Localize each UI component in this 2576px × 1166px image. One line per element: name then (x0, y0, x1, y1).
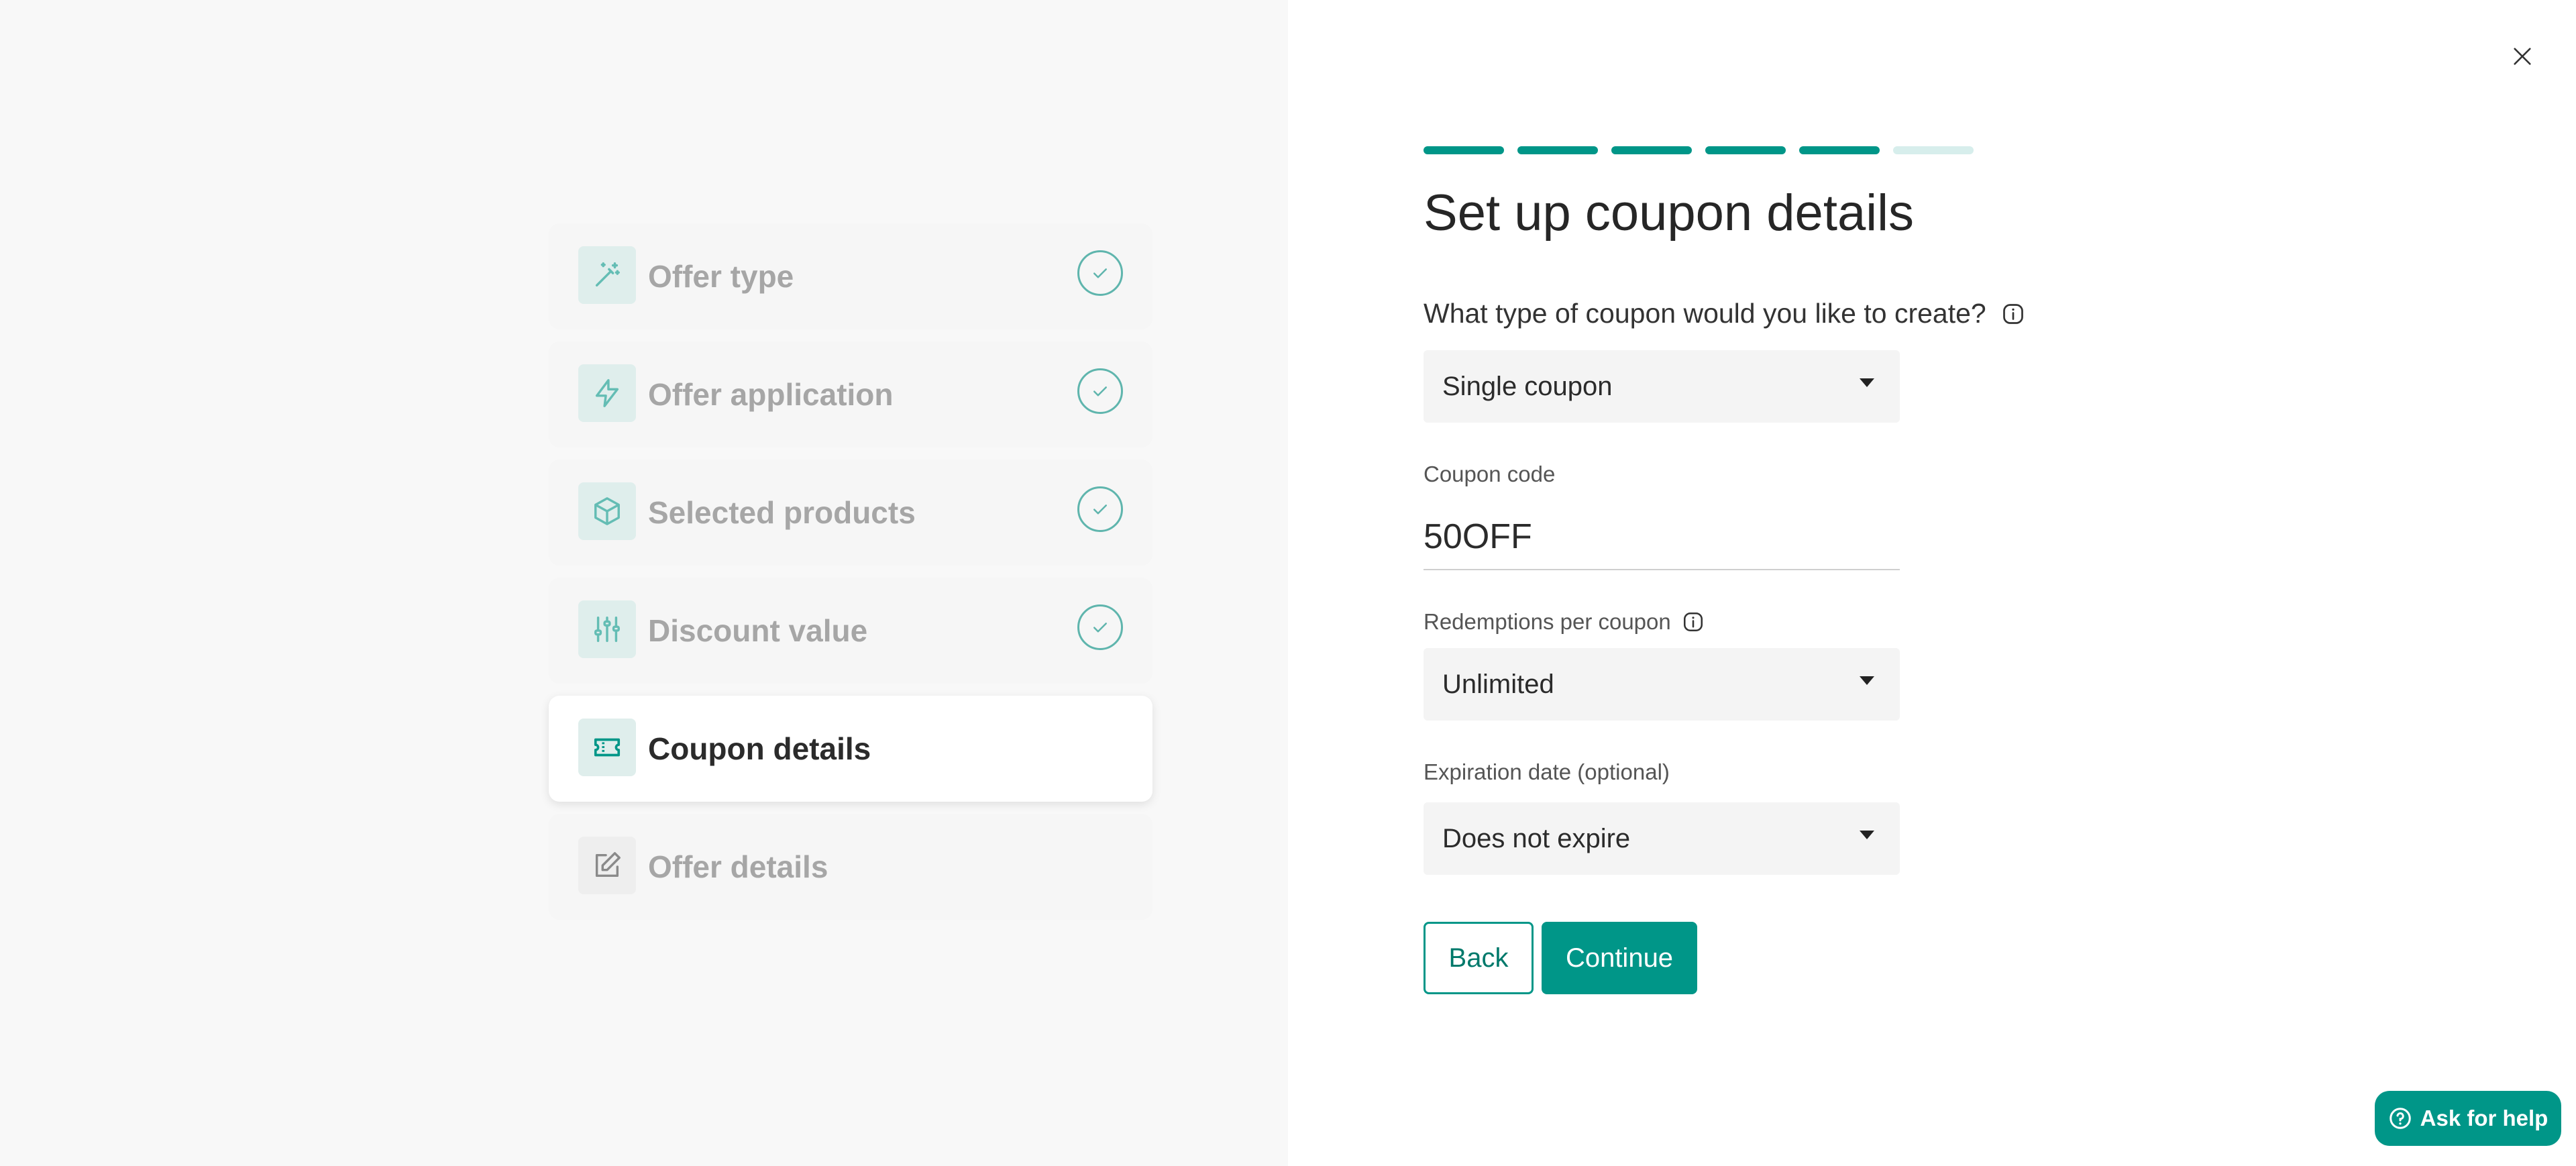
expiration-label: Expiration date (optional) (1424, 759, 1670, 784)
progress-segment-incomplete (1893, 146, 1974, 154)
step-label: Offer application (648, 377, 894, 412)
check-circle-icon (1077, 486, 1123, 532)
progress-bar (1424, 146, 1974, 154)
progress-segment-complete (1611, 146, 1692, 154)
check-circle-icon (1077, 604, 1123, 650)
step-offer-application[interactable]: Offer application (549, 341, 1152, 447)
close-icon (2514, 48, 2531, 65)
coupon-type-question-text: What type of coupon would you like to cr… (1424, 298, 1986, 329)
close-button[interactable] (2508, 42, 2537, 71)
step-selected-products[interactable]: Selected products (549, 460, 1152, 566)
progress-segment-complete (1424, 146, 1504, 154)
caret-down-icon (1860, 831, 1874, 839)
check-circle-icon (1077, 250, 1123, 296)
step-label: Coupon details (648, 731, 871, 766)
step-discount-value[interactable]: Discount value (549, 578, 1152, 684)
lightning-bolt-icon (578, 364, 636, 422)
back-button[interactable]: Back (1424, 922, 1534, 994)
info-icon[interactable] (2001, 302, 2025, 326)
coupon-type-value: Single coupon (1442, 371, 1613, 401)
coupon-type-select[interactable]: Single coupon (1424, 350, 1900, 423)
step-offer-details[interactable]: Offer details (549, 814, 1152, 920)
coupon-type-question: What type of coupon would you like to cr… (1424, 298, 2025, 329)
steps-panel: Offer type Offer application Selected pr… (0, 0, 1288, 1166)
coupon-code-label: Coupon code (1424, 462, 1556, 486)
help-icon (2389, 1108, 2411, 1129)
ask-for-help-label: Ask for help (2420, 1106, 2548, 1130)
continue-button[interactable]: Continue (1542, 922, 1697, 994)
redemptions-label: Redemptions per coupon (1424, 609, 1671, 634)
step-label: Offer details (648, 849, 828, 884)
coupon-code-input[interactable] (1424, 505, 1900, 570)
redemptions-select[interactable]: Unlimited (1424, 648, 1900, 721)
magic-wand-icon (578, 246, 636, 304)
step-label: Offer type (648, 259, 794, 294)
page-title: Set up coupon details (1424, 184, 1914, 242)
step-label: Selected products (648, 495, 916, 530)
progress-segment-complete (1517, 146, 1598, 154)
step-offer-type[interactable]: Offer type (549, 223, 1152, 329)
ticket-icon (578, 719, 636, 776)
progress-segment-complete (1705, 146, 1786, 154)
check-circle-icon (1077, 368, 1123, 414)
ask-for-help-button[interactable]: Ask for help (2375, 1091, 2561, 1146)
info-icon[interactable] (1682, 611, 1705, 633)
expiration-value: Does not expire (1442, 823, 1631, 853)
expiration-select[interactable]: Does not expire (1424, 802, 1900, 875)
sliders-icon (578, 600, 636, 658)
edit-icon (578, 837, 636, 894)
caret-down-icon (1860, 676, 1874, 685)
redemptions-value: Unlimited (1442, 669, 1554, 699)
progress-segment-complete (1799, 146, 1880, 154)
step-coupon-details[interactable]: Coupon details (549, 696, 1152, 802)
caret-down-icon (1860, 378, 1874, 387)
box-icon (578, 482, 636, 540)
redemptions-label-row: Redemptions per coupon (1424, 609, 1705, 635)
step-label: Discount value (648, 613, 868, 648)
